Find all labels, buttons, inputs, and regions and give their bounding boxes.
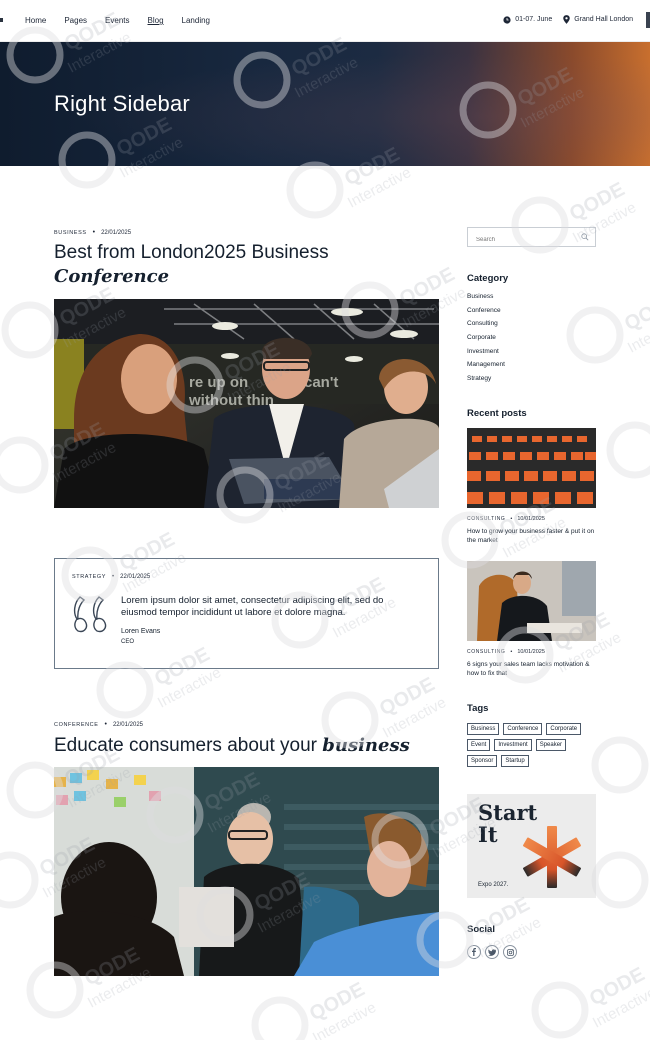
tag-startup[interactable]: Startup bbox=[501, 755, 529, 767]
category-link-business[interactable]: Business bbox=[467, 292, 505, 306]
meta-separator: • bbox=[92, 229, 96, 236]
instagram-icon[interactable] bbox=[503, 945, 517, 959]
tag-sponsor[interactable]: Sponsor bbox=[467, 755, 498, 767]
post-title-text: Best from London2025 Business bbox=[54, 242, 329, 263]
banner-caption: Expo 2027. bbox=[478, 882, 509, 888]
recent-post-thumbnail[interactable] bbox=[467, 561, 596, 641]
tag-cloud: Business Conference Corporate Event Inve… bbox=[467, 723, 597, 771]
edge-marker bbox=[0, 18, 3, 22]
category-link-investment[interactable]: Investment bbox=[467, 347, 505, 361]
tags-heading: Tags bbox=[467, 703, 489, 714]
quote-meta: Strategy • 22/01/2025 bbox=[72, 574, 150, 580]
category-list: Business Conference Consulting Corporate… bbox=[467, 292, 505, 388]
event-date: 01-07. June bbox=[503, 15, 553, 24]
post-meta: Business • 22/01/2025 bbox=[54, 229, 131, 236]
top-navigation-bar: Home Pages Events Blog Landing 01-07. Ju… bbox=[0, 0, 650, 42]
search-input[interactable] bbox=[468, 231, 568, 249]
recent-date[interactable]: 10/01/2025 bbox=[517, 649, 545, 655]
post-category-link[interactable]: Business bbox=[54, 230, 87, 236]
twitter-icon[interactable] bbox=[485, 945, 499, 959]
post-title[interactable]: Educate consumers about your business bbox=[54, 734, 449, 758]
search-icon[interactable] bbox=[581, 233, 589, 241]
page-title: Right Sidebar bbox=[54, 91, 190, 116]
post-meta: Conference • 22/01/2025 bbox=[54, 721, 143, 728]
quote-post-card[interactable]: Strategy • 22/01/2025 Lorem ipsum dolor … bbox=[54, 558, 439, 669]
nav-landing-link[interactable]: Landing bbox=[182, 15, 210, 26]
quote-author-role: CEO bbox=[121, 639, 135, 645]
recent-post-meta: Consulting • 10/01/2025 bbox=[467, 516, 545, 522]
post-category-link[interactable]: Conference bbox=[54, 722, 99, 728]
event-info: 01-07. June Grand Hall London bbox=[492, 15, 633, 24]
event-venue-text: Grand Hall London bbox=[574, 16, 633, 23]
page-hero: Right Sidebar bbox=[0, 42, 650, 166]
main-menu: Home Pages Events Blog Landing bbox=[25, 15, 228, 26]
meta-separator: • bbox=[510, 516, 512, 522]
category-link-consulting[interactable]: Consulting bbox=[467, 319, 505, 333]
recent-date[interactable]: 10/01/2025 bbox=[517, 516, 545, 522]
event-date-text: 01-07. June bbox=[515, 16, 553, 23]
tag-business[interactable]: Business bbox=[467, 723, 500, 735]
search-box bbox=[467, 227, 596, 249]
meta-separator: • bbox=[510, 649, 513, 655]
tag-event[interactable]: Event bbox=[467, 739, 491, 751]
recent-post-thumbnail[interactable] bbox=[467, 428, 596, 508]
nav-home-link[interactable]: Home bbox=[25, 15, 46, 26]
tag-corporate[interactable]: Corporate bbox=[546, 723, 582, 735]
post-title[interactable]: Best from London2025 Business Conference bbox=[54, 241, 439, 289]
category-link-management[interactable]: Management bbox=[467, 360, 505, 374]
tag-conference[interactable]: Conference bbox=[503, 723, 543, 735]
meta-separator: • bbox=[112, 574, 115, 580]
menu-edge-button[interactable] bbox=[646, 12, 650, 28]
quote-author: Loren Evans bbox=[121, 628, 161, 635]
post-title-emphasis: Conference bbox=[54, 266, 170, 287]
recent-post-title[interactable]: How to grow your business faster & put i… bbox=[467, 527, 595, 545]
location-pin-icon bbox=[563, 15, 570, 24]
social-links bbox=[467, 945, 521, 959]
nav-events-link[interactable]: Events bbox=[105, 15, 129, 26]
category-link-conference[interactable]: Conference bbox=[467, 306, 505, 320]
banner-line-2: It bbox=[478, 822, 498, 847]
recent-post-title[interactable]: 6 signs your sales team lacks motivation… bbox=[467, 660, 595, 678]
tag-investment[interactable]: Investment bbox=[494, 739, 532, 751]
post-title-emphasis: business bbox=[322, 735, 410, 756]
quote-text: Lorem ipsum dolor sit amet, consectetur … bbox=[121, 595, 384, 618]
recent-category-link[interactable]: Consulting bbox=[467, 516, 505, 522]
quote-date[interactable]: 22/01/2025 bbox=[120, 574, 150, 580]
category-heading: Category bbox=[467, 273, 509, 284]
quote-category-link[interactable]: Strategy bbox=[72, 574, 106, 580]
post-date[interactable]: 22/01/2025 bbox=[113, 722, 143, 728]
clock-icon bbox=[503, 15, 511, 24]
nav-pages-link[interactable]: Pages bbox=[64, 15, 87, 26]
recent-post-meta: Consulting • 10/01/2025 bbox=[467, 649, 545, 655]
meta-separator: • bbox=[104, 721, 107, 728]
post-featured-image[interactable]: re up on without thin can't bbox=[54, 299, 439, 508]
category-link-corporate[interactable]: Corporate bbox=[467, 333, 505, 347]
promo-banner[interactable]: Start It Expo 2027. bbox=[467, 794, 596, 898]
recent-posts-heading: Recent posts bbox=[467, 408, 527, 419]
event-venue: Grand Hall London bbox=[563, 15, 633, 24]
post-featured-image[interactable] bbox=[54, 767, 439, 976]
nav-blog-link[interactable]: Blog bbox=[148, 15, 164, 26]
post-title-text: Educate consumers about your bbox=[54, 735, 317, 756]
category-link-strategy[interactable]: Strategy bbox=[467, 374, 505, 388]
asterisk-logo-icon bbox=[523, 826, 581, 888]
recent-category-link[interactable]: Consulting bbox=[467, 649, 505, 655]
tag-speaker[interactable]: Speaker bbox=[535, 739, 567, 751]
svg-text:re up on: re up on bbox=[189, 374, 248, 391]
quote-mark-icon bbox=[73, 596, 107, 633]
facebook-icon[interactable] bbox=[467, 945, 481, 959]
post-date[interactable]: 22/01/2025 bbox=[101, 230, 131, 236]
social-heading: Social bbox=[467, 924, 495, 935]
